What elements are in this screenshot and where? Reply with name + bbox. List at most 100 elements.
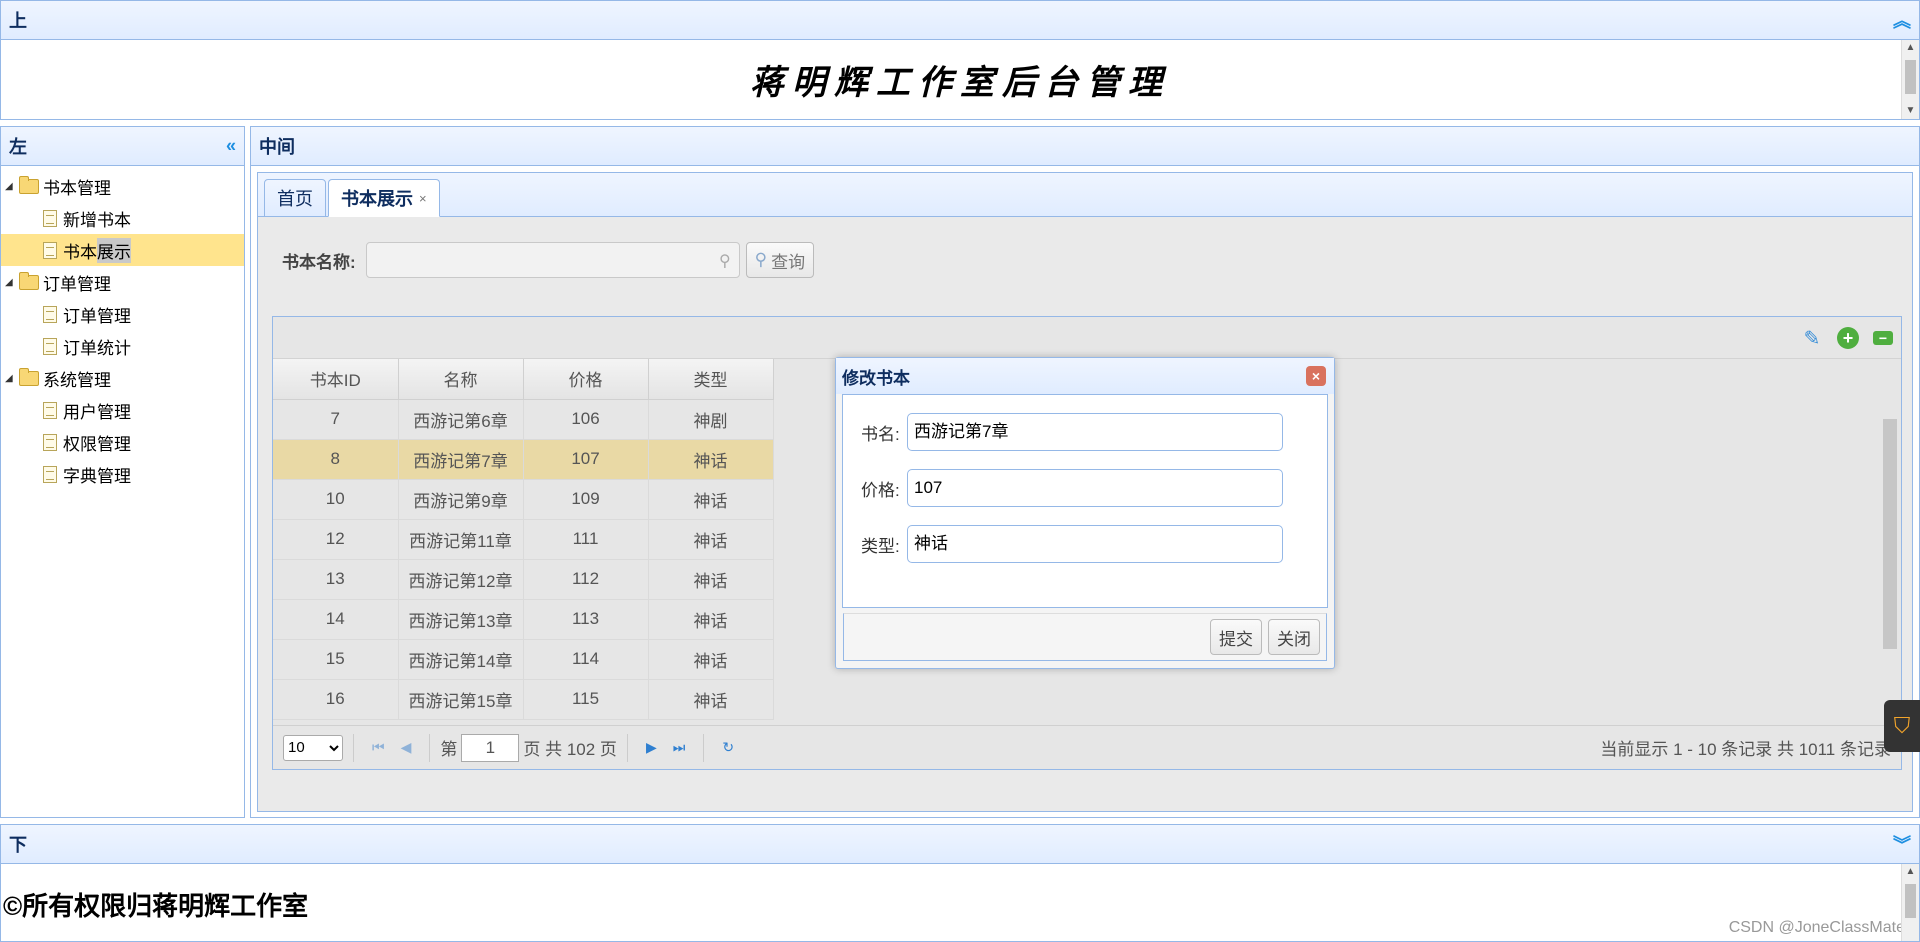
column-header[interactable]: 类型 xyxy=(648,359,774,400)
scroll-up-arrow-icon[interactable]: ▲ xyxy=(1902,864,1919,880)
tree-item-dictionary-management[interactable]: 字典管理 xyxy=(1,458,244,490)
collapse-left-icon[interactable]: « xyxy=(226,136,236,157)
remove-icon[interactable]: − xyxy=(1873,331,1893,345)
pager-separator xyxy=(353,733,354,762)
table-row-selected[interactable]: 8 西游记第7章 107 神话 xyxy=(273,439,774,480)
submit-button[interactable]: 提交 xyxy=(1210,619,1262,655)
last-page-icon[interactable]: ⏭ xyxy=(673,739,686,756)
search-bar: 书本名称: ⚲ ⚲ 查询 xyxy=(282,242,815,278)
edit-book-dialog: 修改书本 × 书名: 西游记第7章 价格: 107 类型: 神话 提交 关闭 xyxy=(835,357,1335,669)
table-cell: 10 xyxy=(273,479,399,520)
next-page-icon[interactable]: ▶ xyxy=(646,739,657,756)
file-icon xyxy=(43,305,57,323)
column-header[interactable]: 名称 xyxy=(398,359,524,400)
page-size-select[interactable]: 10 xyxy=(283,734,343,761)
field-label: 价格: xyxy=(861,480,900,500)
prev-page-icon[interactable]: ◀ xyxy=(401,739,412,756)
search-icon: ⚲ xyxy=(754,250,768,269)
table-cell: 115 xyxy=(523,679,649,720)
tree-item-order-management[interactable]: 订单管理 xyxy=(1,298,244,330)
tree-item-label-prefix: 书本 xyxy=(63,242,97,262)
query-button[interactable]: ⚲ 查询 xyxy=(745,242,815,278)
dialog-body: 书名: 西游记第7章 价格: 107 类型: 神话 xyxy=(842,394,1328,608)
page-number-input[interactable]: 1 xyxy=(461,733,520,762)
table-row[interactable]: 10 西游记第9章 109 神话 xyxy=(273,479,774,520)
tree-node-book-management[interactable]: ◢ 书本管理 xyxy=(1,170,244,202)
scroll-down-arrow-icon[interactable]: ▼ xyxy=(1902,103,1919,119)
table-row[interactable]: 14 西游记第13章 113 神话 xyxy=(273,599,774,640)
expand-triangle-icon[interactable]: ◢ xyxy=(5,277,19,288)
west-panel-title: 左 xyxy=(9,137,27,157)
north-scrollbar[interactable]: ▲ ▼ xyxy=(1901,40,1919,119)
scroll-up-arrow-icon[interactable]: ▲ xyxy=(1902,40,1919,56)
table-cell: 神话 xyxy=(648,479,774,520)
tree-item-book-list[interactable]: 书本 展示 xyxy=(1,234,244,266)
form-row-name: 书名: 西游记第7章 xyxy=(861,413,1327,451)
form-row-price: 价格: 107 xyxy=(861,469,1327,507)
north-panel-title: 上 xyxy=(9,11,27,31)
table-row[interactable]: 16 西游记第15章 115 神话 xyxy=(273,679,774,720)
tree-item-label: 字典管理 xyxy=(63,466,131,486)
table-cell: 13 xyxy=(273,559,399,600)
table-cell: 神话 xyxy=(648,439,774,480)
column-header[interactable]: 书本ID xyxy=(273,359,399,400)
book-name-field[interactable]: 西游记第7章 xyxy=(907,413,1283,451)
grid-table: 书本ID 名称 价格 类型 7 西游记第6章 106 神剧 8 西游记第7章 1… xyxy=(273,359,774,720)
dialog-header[interactable]: 修改书本 × xyxy=(836,358,1334,394)
table-row[interactable]: 15 西游记第14章 114 神话 xyxy=(273,639,774,680)
close-button[interactable]: 关闭 xyxy=(1268,619,1320,655)
tree-node-order-management[interactable]: ◢ 订单管理 xyxy=(1,266,244,298)
search-label: 书本名称: xyxy=(282,252,356,272)
collapse-down-icon[interactable]: ︾ xyxy=(1893,831,1911,857)
side-widget-icon[interactable]: ⛉ xyxy=(1884,700,1920,752)
table-cell: 112 xyxy=(523,559,649,600)
pager-info: 当前显示 1 - 10 条记录 共 1011 条记录 xyxy=(1600,740,1891,759)
table-row[interactable]: 7 西游记第6章 106 神剧 xyxy=(273,399,774,440)
south-scrollbar[interactable]: ▲ xyxy=(1901,864,1919,941)
tree-item-order-stats[interactable]: 订单统计 xyxy=(1,330,244,362)
south-panel-title: 下 xyxy=(9,835,27,855)
collapse-up-icon[interactable]: ︽ xyxy=(1893,7,1911,33)
grid-scrollbar[interactable] xyxy=(1881,401,1899,711)
book-name-search-input[interactable]: ⚲ xyxy=(365,242,740,278)
tree-item-label: 新增书本 xyxy=(63,210,131,230)
table-cell: 神话 xyxy=(648,679,774,720)
type-field[interactable]: 神话 xyxy=(907,525,1283,563)
edit-icon[interactable]: ✎ xyxy=(1801,327,1823,350)
table-cell: 西游记第9章 xyxy=(398,479,524,520)
table-cell: 14 xyxy=(273,599,399,640)
grid-header-row: 书本ID 名称 价格 类型 xyxy=(273,359,774,400)
tab-book-list[interactable]: 书本展示 × xyxy=(328,179,440,217)
table-cell: 西游记第15章 xyxy=(398,679,524,720)
table-row[interactable]: 12 西游记第11章 111 神话 xyxy=(273,519,774,560)
tree-item-label: 订单管理 xyxy=(63,306,131,326)
table-cell: 西游记第13章 xyxy=(398,599,524,640)
tab-close-icon[interactable]: × xyxy=(419,191,427,206)
south-panel-body: ©所有权限归蒋明辉工作室 CSDN @JoneClassMate ▲ xyxy=(0,864,1920,942)
tab-home[interactable]: 首页 xyxy=(264,179,326,217)
scroll-thumb[interactable] xyxy=(1905,884,1916,918)
add-icon[interactable]: + xyxy=(1837,327,1859,349)
first-page-icon[interactable]: ⏮ xyxy=(372,739,385,756)
tree-item-permission-management[interactable]: 权限管理 xyxy=(1,426,244,458)
grid-scroll-thumb[interactable] xyxy=(1883,419,1897,649)
tree-item-user-management[interactable]: 用户管理 xyxy=(1,394,244,426)
table-row[interactable]: 13 西游记第12章 112 神话 xyxy=(273,559,774,600)
file-icon xyxy=(43,465,57,483)
expand-triangle-icon[interactable]: ◢ xyxy=(5,373,19,384)
tree-item-add-book[interactable]: 新增书本 xyxy=(1,202,244,234)
column-header[interactable]: 价格 xyxy=(523,359,649,400)
expand-triangle-icon[interactable]: ◢ xyxy=(5,181,19,192)
price-field[interactable]: 107 xyxy=(907,469,1283,507)
refresh-icon[interactable]: ↻ xyxy=(722,739,734,756)
table-cell: 神剧 xyxy=(648,399,774,440)
tree-node-system-management[interactable]: ◢ 系统管理 xyxy=(1,362,244,394)
table-cell: 111 xyxy=(523,519,649,560)
south-region: 下 ︾ ©所有权限归蒋明辉工作室 CSDN @JoneClassMate ▲ xyxy=(0,824,1920,942)
close-icon[interactable]: × xyxy=(1306,366,1326,386)
table-cell: 114 xyxy=(523,639,649,680)
tree-item-label: 订单统计 xyxy=(63,338,131,358)
scroll-thumb[interactable] xyxy=(1905,60,1916,94)
file-icon xyxy=(43,433,57,451)
watermark: CSDN @JoneClassMate xyxy=(1728,919,1905,936)
